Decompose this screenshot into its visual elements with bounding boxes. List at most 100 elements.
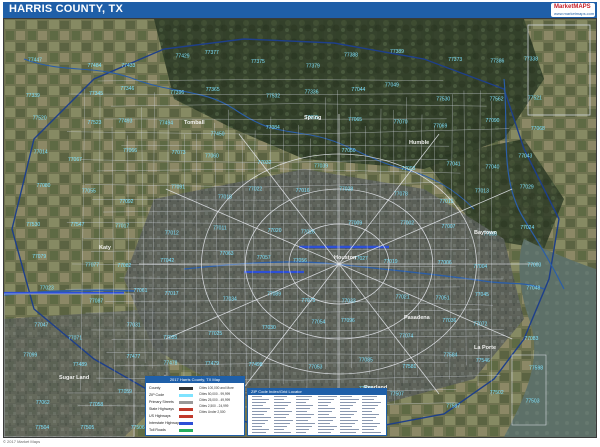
zip-label: 77032 [258,160,272,166]
legend-row-label: ZIP Code [149,393,165,397]
zip-label: 77477 [126,354,140,360]
zip-label: 77003 [527,263,541,269]
zip-label: 77365 [206,87,220,93]
zip-label: 77521 [528,96,542,102]
zip-index-entry [296,417,311,418]
footer-credit: © 2017 Market Maps [3,439,41,444]
legend-swatch [179,387,193,390]
zip-label: 77057 [257,255,271,261]
zip-label: 77056 [293,258,307,264]
zip-index-entry [318,432,331,433]
zip-label: 77587 [446,404,460,410]
zip-label: 77017 [115,223,129,229]
zip-index-entry [274,432,291,433]
zip-label: 77063 [220,251,234,257]
zip-label: 77581 [402,364,416,370]
zip-label: 77520 [33,116,47,122]
zip-label: 77017 [165,291,179,297]
zip-index-entry [274,396,287,397]
zip-label: 77388 [344,52,358,58]
zip-index-entry [252,411,267,412]
city-label: La Porte [474,345,496,351]
zip-label: 77379 [306,63,320,69]
zip-label: 77082 [117,263,131,269]
zip-index-entry [252,396,262,397]
zip-index-entry [296,432,306,433]
zip-label: 77066 [123,148,137,154]
map-legend: 2017 Harris County, TX Map County ZIP Cod… [145,376,245,436]
zip-label: 77346 [120,86,134,92]
zip-label: 77093 [402,166,416,172]
zip-label: 77049 [385,83,399,89]
zip-index-entry [362,429,374,430]
zip-label: 77336 [305,89,319,95]
zip-index-column [318,396,340,435]
zip-label: 77021 [396,295,410,301]
zip-label: 77031 [127,322,141,328]
zip-index-entry [296,414,314,415]
zip-label: 77025 [208,331,222,337]
zip-index-entry [296,396,312,397]
zip-label: 77450 [211,132,225,138]
zip-label: 77377 [205,50,219,56]
zip-index-entry [340,402,356,403]
zip-index-entry [318,402,331,403]
zip-label: 77503 [526,399,540,405]
zip-index-entry [296,408,310,409]
zip-label: 77523 [88,120,102,126]
zip-label: 77083 [524,336,538,342]
zip-index-entry [274,414,289,415]
zip-label: 77059 [118,389,132,395]
zip-label: 77530 [436,97,450,103]
zip-label: 77015 [440,199,454,205]
zip-index-entry [362,396,377,397]
zip-label: 77386 [490,59,504,65]
legend-swatch [179,415,193,418]
zip-index-column [296,396,318,435]
zip-index-entry [252,405,263,406]
zip-label: 77050 [342,148,356,154]
publisher-logo: MarketMAPS www.marketmaps.com [551,3,595,17]
zip-label: 77502 [490,390,504,396]
legend-swatch [179,429,193,432]
zip-index-entry [296,426,312,427]
zip-index-entry [252,399,269,400]
zip-index-entry [340,405,353,406]
zip-index-column [362,396,384,435]
zip-index-entry [362,426,377,427]
zip-label: 77044 [351,87,365,93]
map-page: HARRIS COUNTY, TX MarketMAPS www.marketm… [0,0,600,447]
zip-index-entry [252,420,268,421]
zip-index-entry [252,417,271,418]
zip-index-entry [362,423,380,424]
zip-index-entry [274,420,293,421]
zip-index-entry [340,420,358,421]
zip-label: 77547 [70,222,84,228]
satellite-map[interactable]: 77447 77484 77433 77429 77377 77375 77379 77388… [4,19,596,437]
zip-index-entry [296,429,309,430]
zip-label: 77069 [433,123,447,129]
zip-label: 77065 [348,117,362,123]
zip-index-entry [252,432,266,433]
legend-row-label: County [149,386,161,390]
zip-index-entry [340,399,359,400]
zip-label: 77036 [442,318,456,324]
zip-label: 77053 [309,364,323,370]
zip-label: 77006 [438,260,452,266]
legend-swatch [179,394,193,397]
city-label: Baytown [474,230,498,236]
map-frame[interactable]: 77447 77484 77433 77429 77377 77375 77379 77388… [3,18,597,438]
zip-index-entry [362,399,374,400]
zip-label: 77047 [34,322,48,328]
zip-index-entry [296,420,308,421]
zip-label: 77034 [223,296,237,302]
zip-label: 77022 [248,186,262,192]
zip-index-entry [318,405,328,406]
zip-label: 77507 [390,392,404,398]
zip-index-entry [252,414,264,415]
zip-label: 77045 [475,292,489,298]
zip-label: 77532 [266,93,280,99]
map-title: HARRIS COUNTY, TX [9,3,124,15]
legend-city-size: Cities 25,000 - 49,999 [199,398,231,402]
zip-index-entry [252,408,270,409]
